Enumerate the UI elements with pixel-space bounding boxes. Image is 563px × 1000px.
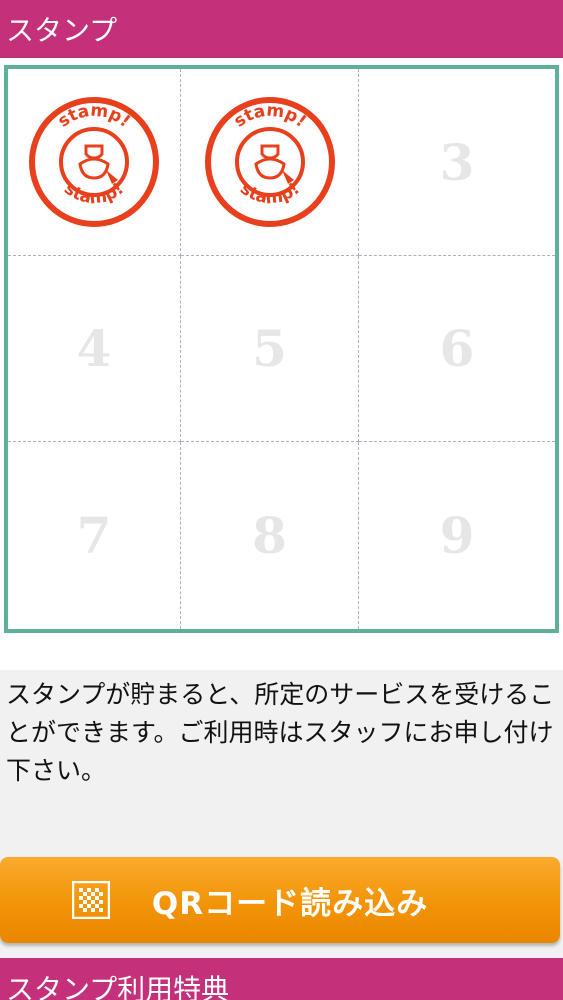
stamp-card-area: stamp! stamp! stamp! stamp! 3 4 5 6 7 8 9 (0, 58, 563, 670)
stamp-cell-number: 7 (76, 506, 112, 565)
stamp-mark-icon: stamp! stamp! (26, 94, 162, 230)
page-header: スタンプ (0, 0, 563, 58)
stamp-mark-icon: stamp! stamp! (202, 94, 338, 230)
stamp-cell-1: stamp! stamp! (8, 69, 181, 256)
stamp-cell-6: 6 (359, 256, 555, 442)
benefits-section-title: スタンプ利用特典 (6, 973, 230, 1000)
qr-button-label: QRコード読み込み (151, 885, 429, 922)
stamp-cell-5: 5 (181, 256, 359, 442)
stamp-cell-number: 8 (252, 506, 287, 565)
stamp-cell-4: 4 (8, 256, 181, 442)
info-description: スタンプが貯まると、所定のサービスを受けることができます。ご利用時はスタッフにお… (6, 680, 555, 785)
stamp-cell-number: 6 (439, 319, 475, 378)
page-title: スタンプ (6, 14, 118, 47)
svg-text:stamp!: stamp! (236, 179, 304, 209)
stamp-cell-9: 9 (359, 442, 555, 629)
stamp-cell-7: 7 (8, 442, 181, 629)
qr-code-icon (71, 880, 111, 920)
stamp-cell-3: 3 (359, 69, 555, 256)
stamp-cell-number: 4 (76, 319, 112, 378)
stamp-cell-number: 9 (439, 506, 475, 565)
stamp-board: stamp! stamp! stamp! stamp! 3 4 5 6 7 8 9 (4, 65, 559, 633)
stamp-cell-number: 3 (439, 132, 475, 192)
stamp-cell-8: 8 (181, 442, 359, 629)
stamp-cell-2: stamp! stamp! (181, 69, 359, 256)
stamp-cell-number: 5 (252, 319, 287, 378)
qr-scan-button[interactable]: QRコード読み込み (0, 857, 560, 943)
benefits-section-header: スタンプ利用特典 (0, 958, 563, 1000)
svg-text:stamp!: stamp! (60, 179, 128, 209)
